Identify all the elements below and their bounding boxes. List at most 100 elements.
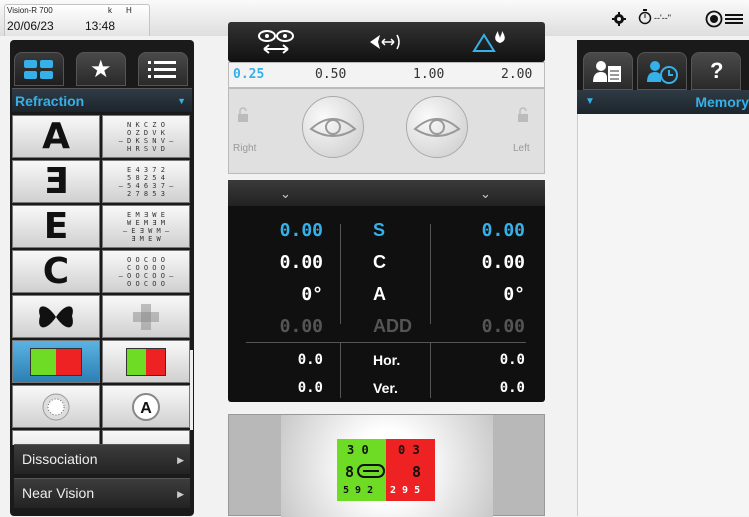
- axis-label: A: [373, 284, 386, 304]
- mini-row: Ǝ M E W: [131, 234, 161, 243]
- lock-open-icon[interactable]: [237, 107, 249, 123]
- hor-right[interactable]: 0.0: [228, 352, 323, 368]
- chart-dot-circle[interactable]: [12, 385, 100, 428]
- red-green-dots-thumb: [126, 347, 166, 376]
- chart-red-green-dots[interactable]: [102, 340, 190, 383]
- add-right[interactable]: 0.00: [228, 316, 323, 337]
- tab-patient-history[interactable]: [637, 52, 687, 90]
- chart-number-3[interactable]: Ǝ: [12, 160, 100, 203]
- left-label: Left: [513, 143, 530, 154]
- ver-left[interactable]: 0.0: [428, 380, 525, 396]
- green-top-text: 3 0: [347, 443, 369, 457]
- grid-icon: [24, 60, 53, 79]
- landscape-icon[interactable]: [472, 29, 508, 53]
- bar-ring-icon: [357, 464, 385, 478]
- tab-help[interactable]: ?: [691, 52, 741, 90]
- chart-circle-a[interactable]: A: [102, 385, 190, 428]
- lock-open-icon[interactable]: [517, 107, 529, 123]
- chart-tumbling-e[interactable]: E: [12, 205, 100, 248]
- green-bottom-text: 5 9 2: [343, 485, 374, 496]
- timer-display[interactable]: --'--": [638, 9, 680, 27]
- mini-row: — D K S N V —: [118, 136, 174, 145]
- chart-cross[interactable]: [102, 295, 190, 338]
- sphere-right[interactable]: 0.00: [228, 220, 323, 241]
- step-0-50[interactable]: 0.50: [315, 67, 346, 82]
- mini-row: — O O C O O —: [118, 271, 174, 280]
- mini-chart: O O C O OC O O O O — O O C O O — O O C O O: [119, 256, 174, 288]
- chart-red-green-selected[interactable]: [12, 340, 100, 383]
- step-scale: 0.25 0.50 1.00 2.00: [228, 62, 545, 88]
- chart-landolt-c[interactable]: C: [12, 250, 100, 293]
- red-half: 0 3 8 2 9 5: [386, 439, 435, 501]
- mini-chart: N K C Z OO Z D V K — D K S N V — H R S V D: [119, 121, 174, 153]
- chart-glyph: Ǝ: [43, 161, 69, 202]
- chart-letters-mini[interactable]: N K C Z OO Z D V K — D K S N V — H R S V D: [102, 115, 190, 158]
- sphere-row: 0.00 S 0.00: [228, 220, 545, 250]
- right-eye-button[interactable]: [302, 96, 364, 158]
- arrow-right-icon: ▶: [177, 489, 184, 499]
- axis-left[interactable]: 0°: [428, 284, 525, 305]
- chart-numbers-mini[interactable]: E 4 3 7 25 8 2 5 4— 5 4 6 3 7 —2 7 8 5 3: [102, 160, 190, 203]
- axis-right[interactable]: 0°: [228, 284, 323, 305]
- step-2-00[interactable]: 2.00: [501, 67, 532, 82]
- add-label: ADD: [373, 316, 412, 336]
- stopwatch-icon: [638, 9, 652, 25]
- add-left[interactable]: 0.00: [428, 316, 525, 337]
- chart-c-mini[interactable]: O O C O OC O O O O — O O C O O — O O C O O: [102, 250, 190, 293]
- device-brand: Vision-R 700: [7, 6, 53, 15]
- power-menu-icon[interactable]: [705, 10, 749, 28]
- red-green-chart: 3 0 8 5 9 2 0 3 8 2 9 5: [337, 439, 435, 501]
- chevron-down-icon[interactable]: ⌄: [280, 186, 291, 202]
- step-0-25[interactable]: 0.25: [233, 67, 264, 82]
- mini-row: C O O O O: [127, 263, 165, 272]
- mini-row: 5 8 2 5 4: [127, 173, 165, 182]
- star-icon: ★: [90, 56, 112, 83]
- refraction-selector[interactable]: Refraction ▼: [12, 88, 192, 112]
- gear-icon[interactable]: [612, 12, 626, 26]
- mini-row: E 4 3 7 2: [127, 165, 165, 174]
- tab-patient-record[interactable]: [583, 52, 633, 90]
- red-green-thumb: [30, 347, 82, 376]
- mini-row: O O C O O: [127, 279, 165, 288]
- memory-selector[interactable]: ▼ Memory: [577, 90, 749, 114]
- hor-left[interactable]: 0.0: [428, 352, 525, 368]
- mini-row: E M Ǝ W E: [127, 210, 165, 219]
- sphere-left[interactable]: 0.00: [428, 220, 525, 241]
- cross-grid-icon: [133, 303, 159, 330]
- chart-butterfly[interactable]: [12, 295, 100, 338]
- memory-list: [577, 114, 749, 516]
- arrow-right-icon: ▶: [177, 455, 184, 465]
- tab-grid-view[interactable]: [14, 52, 64, 86]
- tab-list-view[interactable]: [138, 52, 188, 86]
- dissociation-item[interactable]: Dissociation ▶: [14, 444, 190, 474]
- dropdown-arrow-icon: ▼: [585, 96, 595, 107]
- red-bottom-text: 2 9 5: [390, 485, 421, 496]
- tab-favorites[interactable]: ★: [76, 52, 126, 86]
- vertical-prism-row: 0.0 Ver. 0.0: [228, 380, 545, 410]
- chart-letter-a[interactable]: A: [12, 115, 100, 158]
- mini-row: 2 7 8 5 3: [127, 189, 165, 198]
- ver-right[interactable]: 0.0: [228, 380, 323, 396]
- chart-e-mini[interactable]: E M Ǝ W EW E M Ǝ M — E Ǝ W M — Ǝ M E W: [102, 205, 190, 248]
- distance-icon[interactable]: [368, 32, 402, 52]
- patient-panel: ? ▼ Memory: [577, 40, 749, 516]
- scrollbar[interactable]: [190, 350, 193, 430]
- near-vision-item[interactable]: Near Vision ▶: [14, 478, 190, 508]
- time-text: 13:48: [85, 19, 116, 33]
- chart-clock-dial[interactable]: [102, 430, 190, 445]
- chart-fan[interactable]: [12, 430, 100, 445]
- h-label: H: [126, 6, 132, 15]
- cylinder-label: C: [373, 252, 386, 272]
- cylinder-left[interactable]: 0.00: [428, 252, 525, 273]
- step-1-00[interactable]: 1.00: [413, 67, 444, 82]
- cylinder-row: 0.00 C 0.00: [228, 252, 545, 282]
- chevron-down-icon[interactable]: ⌄: [480, 186, 491, 202]
- cylinder-right[interactable]: 0.00: [228, 252, 323, 273]
- timer-text: --'--": [654, 13, 671, 23]
- mini-row: — E Ǝ W M —: [122, 226, 170, 235]
- left-eye-button[interactable]: [406, 96, 468, 158]
- date-text: 20/06/23: [7, 19, 54, 33]
- red-top-text: 0 3: [398, 443, 420, 457]
- green-mid-text: 8: [345, 463, 355, 481]
- eyes-split-icon[interactable]: [256, 29, 296, 55]
